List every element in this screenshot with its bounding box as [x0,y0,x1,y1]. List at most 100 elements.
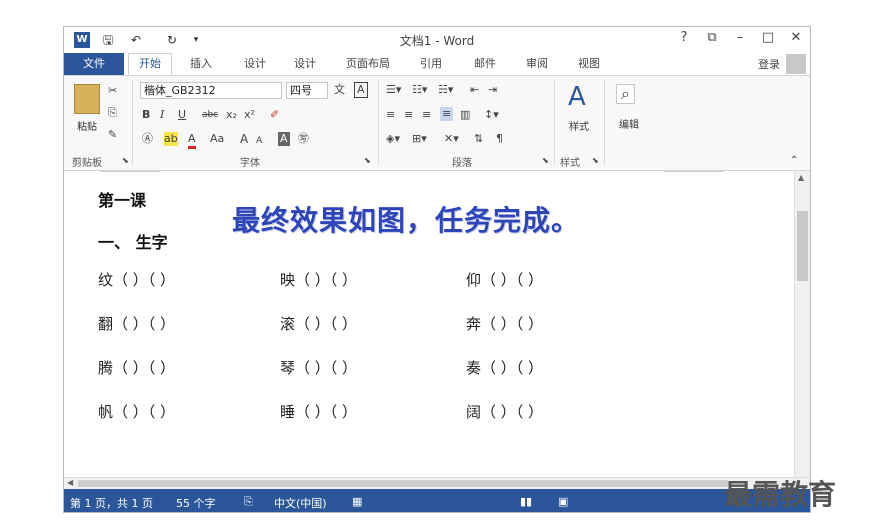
numbering-icon[interactable]: ☷▾ [412,83,427,97]
word-cell[interactable]: 琴（ ）（ ） [280,357,357,378]
distributed-icon[interactable]: ▥ [460,108,470,122]
font-launcher-icon[interactable]: ⬊ [364,154,371,168]
word-window: W 🖫 ↶ ↻ ▾ 文档1 - Word ? ⧉ – □ ✕ 文件 开始 插入 … [63,26,811,513]
ribbon: 粘贴 ✂ ⎘ ✎ 剪贴板 ⬊ 楷体_GB2312 四号 文 A B I U ab… [64,75,810,171]
editing-button[interactable]: 编辑 [612,116,646,131]
strikethrough-button[interactable]: abc [202,108,218,122]
decrease-indent-icon[interactable]: ⇤ [470,83,479,97]
styles-launcher-icon[interactable]: ⬊ [592,154,599,168]
justify-icon[interactable]: ≡ [440,107,454,121]
font-name-field[interactable]: 楷体_GB2312 [140,82,282,99]
line-spacing-icon[interactable]: ↕▾ [484,108,499,122]
subscript-button[interactable]: x₂ [226,108,237,122]
watermark: 最需教育 [724,478,837,511]
word-cell[interactable]: 滚（ ）（ ） [280,313,357,334]
phonetic-guide-icon[interactable]: 文 [334,83,345,97]
tab-design-2[interactable]: 设计 [294,56,316,72]
maximize-button[interactable]: □ [758,30,778,45]
sign-in-link[interactable]: 登录 [758,56,780,72]
enclose-characters-icon[interactable]: ㊢ [298,132,309,146]
underline-button[interactable]: U [178,108,186,122]
cut-icon[interactable]: ✂ [108,84,117,98]
align-right-icon[interactable]: ≡ [422,108,431,122]
ribbon-display-options-button[interactable]: ⧉ [702,30,722,45]
format-painter-icon[interactable]: ✎ [108,128,117,142]
word-cell[interactable]: 阔（ ）（ ） [466,401,543,422]
shrink-font-button[interactable]: A [256,134,262,148]
grow-font-button[interactable]: A [240,132,248,146]
avatar[interactable] [786,54,806,74]
tab-review[interactable]: 审阅 [526,56,548,72]
scroll-left-icon[interactable]: ◀ [67,478,73,487]
tab-insert[interactable]: 插入 [190,56,212,72]
tab-home[interactable]: 开始 [128,53,172,75]
borders-icon[interactable]: ⊞▾ [412,132,427,146]
page-count[interactable]: 第 1 页，共 1 页 [70,495,153,511]
word-cell[interactable]: 奏（ ）（ ） [466,357,543,378]
help-button[interactable]: ? [674,30,694,45]
increase-indent-icon[interactable]: ⇥ [488,83,497,97]
collapse-ribbon-icon[interactable]: ⌃ [790,154,798,168]
lesson-title[interactable]: 第一课 [98,187,146,211]
word-cell[interactable]: 翻（ ）（ ） [98,313,175,334]
horizontal-scrollbar[interactable]: ◀ [64,477,810,489]
word-cell[interactable]: 映（ ）（ ） [280,269,357,290]
text-effects-icon[interactable]: Ⓐ [142,132,153,146]
bullets-icon[interactable]: ☰▾ [386,83,401,97]
copy-icon[interactable]: ⎘ [108,106,117,120]
word-cell[interactable]: 帆（ ）（ ） [98,401,175,422]
paste-icon[interactable] [74,84,100,114]
bold-button[interactable]: B [142,108,150,122]
clipboard-launcher-icon[interactable]: ⬊ [122,154,129,168]
word-cell[interactable]: 睡（ ）（ ） [280,401,357,422]
document-canvas[interactable]: 第一课 最终效果如图，任务完成。 一、 生字 纹（ ）（ ） 映（ ）（ ） 仰… [64,171,796,477]
font-size-field[interactable]: 四号 [286,82,328,99]
section-heading[interactable]: 一、 生字 [98,229,168,253]
multilevel-list-icon[interactable]: ☵▾ [438,83,453,97]
highlight-color-icon[interactable]: ab [164,132,178,146]
tab-view[interactable]: 视图 [578,56,600,72]
paragraph-launcher-icon[interactable]: ⬊ [542,154,549,168]
styles-icon[interactable]: A [568,82,586,112]
clear-formatting-icon[interactable]: ✐ [270,108,279,122]
paste-button[interactable]: 粘贴 [72,118,102,133]
tab-page-layout[interactable]: 页面布局 [346,56,390,72]
vertical-scrollbar[interactable]: ▲ [794,171,810,477]
character-border-icon[interactable]: A [354,82,368,98]
language-indicator[interactable]: 中文(中国) [274,495,327,511]
align-center-icon[interactable]: ≡ [404,108,413,122]
word-cell[interactable]: 奔（ ）（ ） [466,313,543,334]
styles-button[interactable]: 样式 [564,118,594,133]
word-cell[interactable]: 纹（ ）（ ） [98,269,175,290]
show-marks-icon[interactable]: ¶ [496,132,503,146]
shading-icon[interactable]: ◈▾ [386,132,400,146]
font-color-button[interactable]: A [188,132,196,149]
word-cell[interactable]: 仰（ ）（ ） [466,269,543,290]
chinese-layout-icon[interactable]: ✕▾ [444,132,459,146]
italic-button[interactable]: I [160,108,164,122]
align-left-icon[interactable]: ≡ [386,108,395,122]
word-count[interactable]: 55 个字 [176,495,216,511]
vertical-scroll-thumb[interactable] [797,211,808,281]
ribbon-tabs: 文件 开始 插入 设计 设计 页面布局 引用 邮件 审阅 视图 登录 [64,53,810,75]
character-shading-button[interactable]: A [278,132,290,146]
superscript-button[interactable]: x² [244,108,255,122]
horizontal-scroll-thumb[interactable] [78,480,728,487]
sort-icon[interactable]: ⇅ [474,132,483,146]
proofing-icon[interactable]: ⎘ [244,495,253,509]
tab-file[interactable]: 文件 [64,53,124,75]
result-banner: 最终效果如图，任务完成。 [232,204,581,237]
read-mode-icon[interactable]: ▮▮ [520,495,532,508]
word-cell[interactable]: 腾（ ）（ ） [98,357,175,378]
binoculars-icon[interactable]: ⌕ [616,84,635,104]
tab-mailings[interactable]: 邮件 [474,56,496,72]
minimize-button[interactable]: – [730,30,750,45]
macro-icon[interactable]: ▦ [352,495,362,508]
tab-design[interactable]: 设计 [244,56,266,72]
print-layout-icon[interactable]: ▣ [558,495,568,508]
close-button[interactable]: ✕ [786,30,806,45]
divider [132,80,133,166]
scroll-up-icon[interactable]: ▲ [798,173,804,182]
tab-references[interactable]: 引用 [420,56,442,72]
change-case-button[interactable]: Aa [210,132,224,146]
